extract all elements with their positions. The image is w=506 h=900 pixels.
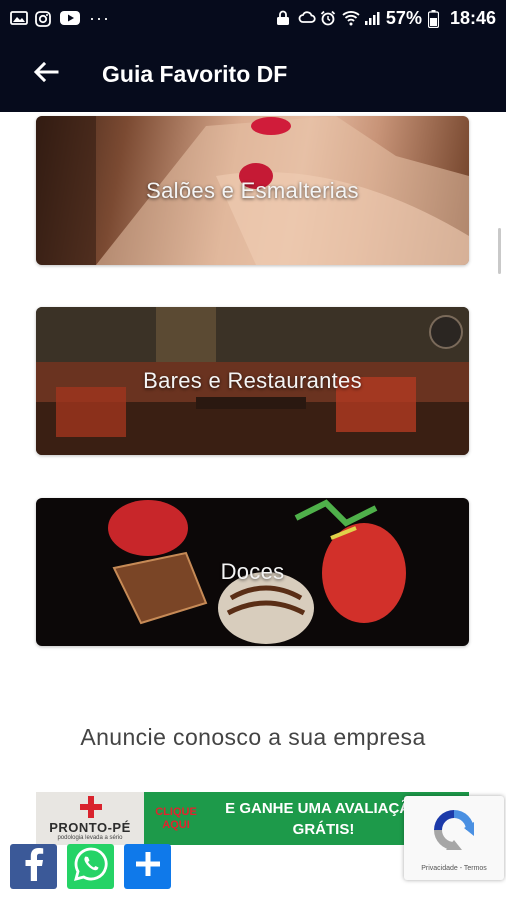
share-facebook-button[interactable]: [10, 844, 57, 889]
screen: ··· 57% 18:46 Guia Favorito DF Salões e …: [0, 0, 506, 900]
foot-cross-icon: [80, 796, 102, 823]
advertise-link[interactable]: Anuncie conosco a sua empresa: [0, 724, 506, 751]
category-label: Salões e Esmalterias: [146, 177, 359, 203]
category-label: Bares e Restaurantes: [143, 368, 362, 393]
status-bar: ··· 57% 18:46: [0, 0, 506, 36]
whatsapp-icon: [73, 846, 109, 887]
ad-logo: PRONTO-PÉ podologia levada a sério: [36, 792, 144, 845]
ad-click-line2: AQUI: [162, 818, 190, 831]
category-label: Doces: [220, 559, 285, 584]
category-card-saloes[interactable]: Salões e Esmalterias: [36, 116, 469, 265]
ad-offer-line1: E GANHE UMA AVALIAÇÃO: [225, 799, 422, 817]
status-icons-right: 57% 18:46: [276, 8, 496, 29]
ad-click-line1: CLIQUE: [155, 805, 197, 818]
arrow-left-icon: [33, 61, 59, 88]
ad-click-here[interactable]: CLIQUE AQUI: [144, 792, 208, 845]
battery-percent: 57%: [385, 7, 422, 28]
app-bar: Guia Favorito DF: [0, 36, 506, 112]
youtube-icon: [60, 11, 80, 25]
ad-logo-subtitle: podologia levada a sério: [57, 835, 123, 841]
category-card-doces[interactable]: Doces: [36, 498, 469, 646]
more-notifications: ···: [89, 8, 110, 28]
page-title: Guia Favorito DF: [102, 60, 288, 87]
status-icons-left: ···: [10, 8, 110, 28]
facebook-icon: [23, 847, 45, 886]
cloud-icon: [298, 10, 316, 26]
alarm-icon: [320, 10, 336, 26]
wifi-icon: [342, 10, 360, 26]
clock: 18:46: [449, 7, 496, 28]
battery-icon: [427, 10, 444, 29]
lock-icon: [276, 10, 292, 26]
plus-icon: [134, 850, 162, 883]
instagram-icon: [35, 11, 53, 27]
ad-offer-line2: GRÁTIS!: [292, 820, 355, 838]
recaptcha-badge[interactable]: Privacidade - Termos: [404, 796, 504, 880]
share-whatsapp-button[interactable]: [67, 844, 114, 889]
recaptcha-icon: [428, 804, 480, 861]
scrollbar[interactable]: [498, 228, 501, 274]
back-button[interactable]: [16, 44, 76, 104]
signal-icon: [364, 10, 380, 26]
gallery-icon: [10, 11, 28, 25]
share-more-button[interactable]: [124, 844, 171, 889]
recaptcha-links[interactable]: Privacidade - Termos: [421, 865, 487, 872]
category-card-bares[interactable]: Bares e Restaurantes: [36, 307, 469, 455]
